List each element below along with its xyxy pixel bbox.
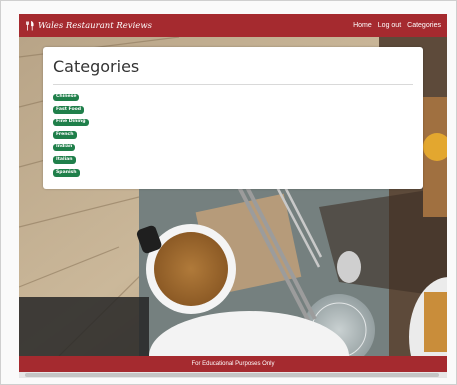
category-badge-fast-food[interactable]: Fast Food (53, 106, 85, 114)
nav-home-link[interactable]: Home (353, 22, 372, 29)
page-viewport: Wales Restaurant Reviews Home Log out Ca… (19, 14, 447, 372)
brand-link[interactable]: Wales Restaurant Reviews (25, 20, 152, 31)
list-item: Indian (53, 141, 413, 154)
category-badge-chinese[interactable]: Chinese (53, 93, 80, 102)
category-badge-spanish[interactable]: Spanish (53, 169, 80, 177)
list-item: French (53, 129, 413, 142)
page-title: Categories (53, 57, 140, 76)
footer-text: For Educational Purposes Only (191, 361, 275, 367)
category-badge-french[interactable]: French (53, 131, 77, 139)
category-list: Chinese Fast Food Fine Dining French Ind… (53, 91, 413, 179)
list-item: Fast Food (53, 104, 413, 117)
nav-links: Home Log out Categories (353, 22, 441, 29)
list-item: Fine Dining (53, 116, 413, 129)
category-badge-fine-dining[interactable]: Fine Dining (53, 118, 89, 127)
category-badge-italian[interactable]: Italian (53, 156, 76, 165)
list-item: Chinese (53, 91, 413, 104)
title-divider (53, 84, 413, 85)
scrollbar-thumb[interactable] (25, 373, 439, 377)
brand-text: Wales Restaurant Reviews (38, 20, 152, 31)
category-badge-indian[interactable]: Indian (53, 143, 76, 152)
fork-knife-icon (26, 20, 34, 30)
categories-card: Categories Chinese Fast Food Fine Dining… (43, 47, 423, 189)
list-item: Italian (53, 154, 413, 167)
list-item: Spanish (53, 167, 413, 180)
footer: For Educational Purposes Only (19, 356, 447, 372)
nav-logout-link[interactable]: Log out (378, 22, 401, 29)
navbar: Wales Restaurant Reviews Home Log out Ca… (19, 14, 447, 37)
horizontal-scrollbar[interactable] (19, 372, 447, 378)
nav-categories-link[interactable]: Categories (407, 22, 441, 29)
